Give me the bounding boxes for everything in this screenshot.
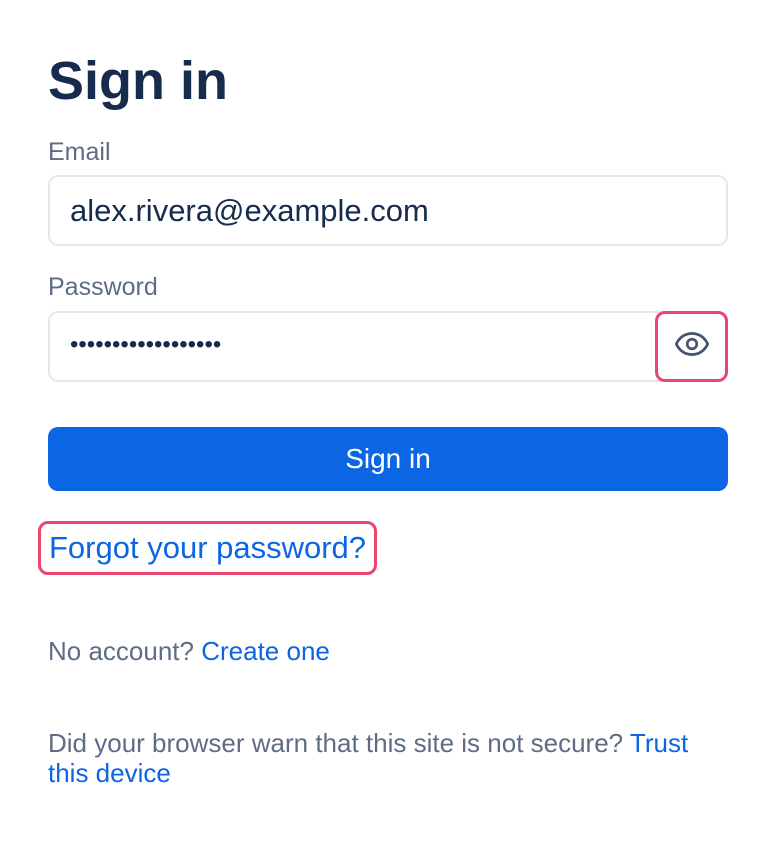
page-title: Sign in <box>48 51 228 111</box>
email-label: Email <box>48 138 111 166</box>
email-value: alex.rivera@example.com <box>70 193 429 228</box>
email-field[interactable]: alex.rivera@example.com <box>48 175 728 246</box>
no-account-line: No account? Create one <box>48 636 330 666</box>
forgot-password-highlight: Forgot your password? <box>38 521 378 575</box>
show-password-button[interactable] <box>655 311 728 382</box>
insecure-warning-line: Did your browser warn that this site is … <box>48 728 728 788</box>
no-account-text: No account? <box>48 636 194 666</box>
password-value: •••••••••••••••••• <box>70 331 222 358</box>
password-label: Password <box>48 273 158 301</box>
eye-icon <box>674 326 710 367</box>
sign-in-button[interactable]: Sign in <box>48 427 728 491</box>
insecure-warning-text: Did your browser warn that this site is … <box>48 728 624 758</box>
forgot-password-link[interactable]: Forgot your password? <box>49 528 366 568</box>
create-account-link[interactable]: Create one <box>201 636 330 666</box>
password-field[interactable]: •••••••••••••••••• <box>48 311 728 382</box>
